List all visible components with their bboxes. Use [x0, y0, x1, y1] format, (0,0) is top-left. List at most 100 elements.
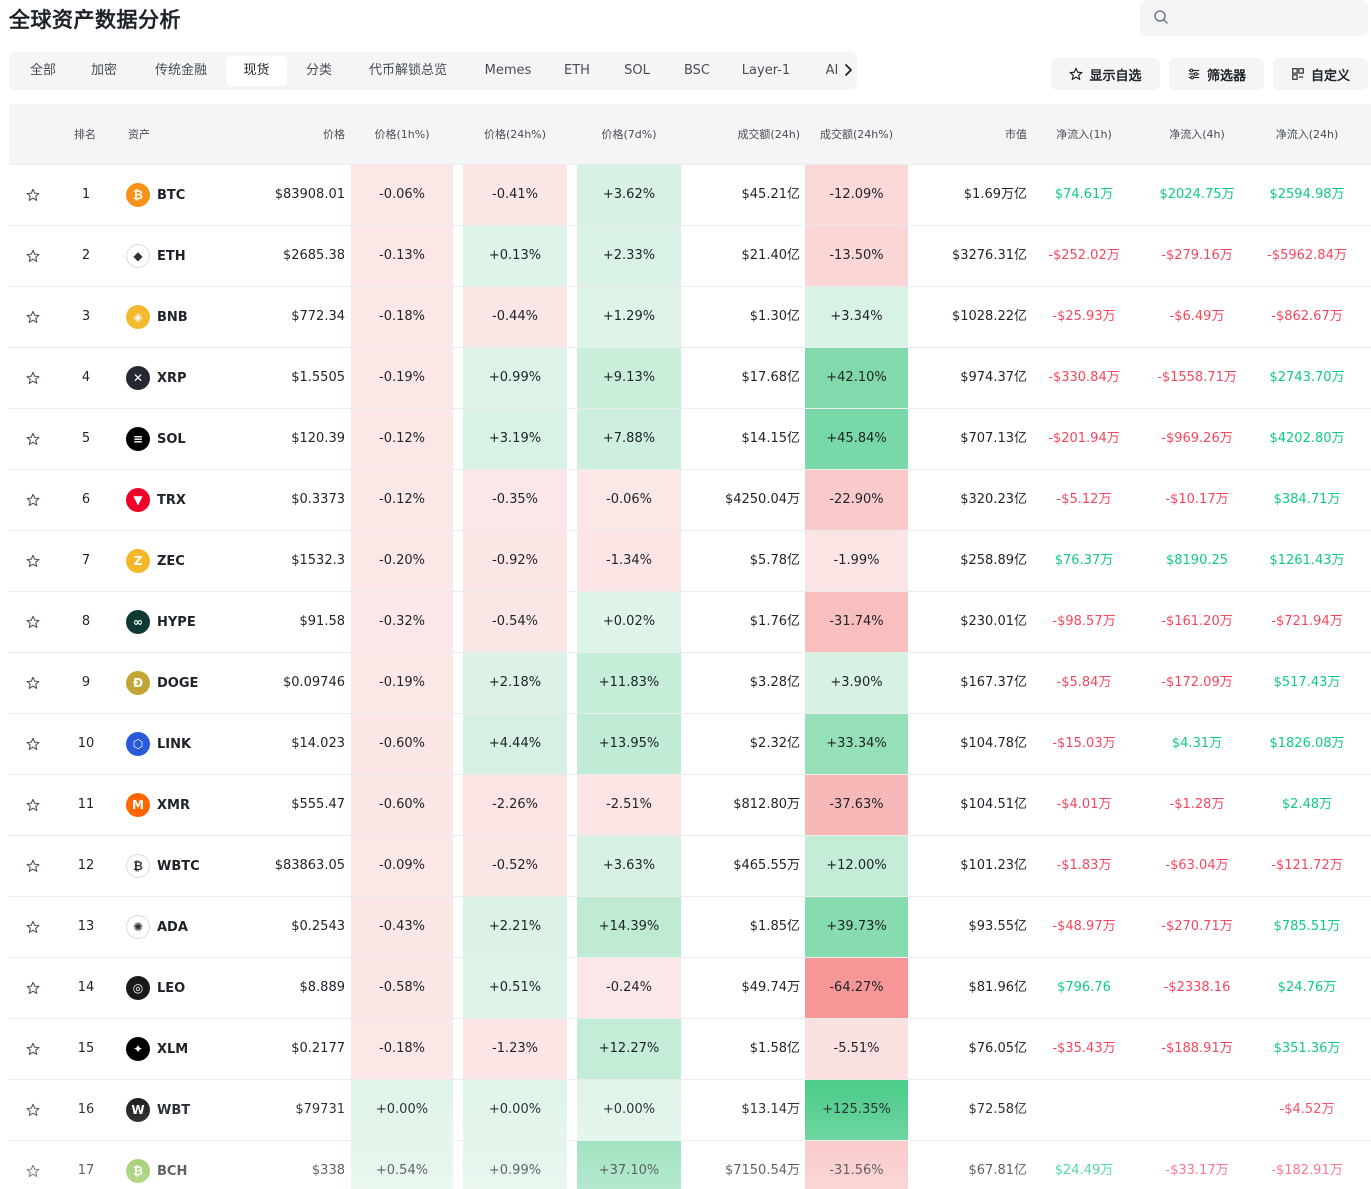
- favorite-star-icon[interactable]: [26, 188, 40, 202]
- asset-cell[interactable]: ₿ BCH: [126, 1159, 187, 1183]
- asset-cell[interactable]: Ð DOGE: [126, 671, 198, 695]
- asset-cell[interactable]: M XMR: [126, 793, 190, 817]
- table-row[interactable]: 3 ◈ BNB $772.34 -0.18% -0.44% +1.29% +3.34% $1.3…: [9, 287, 1371, 348]
- tab-all[interactable]: 全部: [17, 56, 69, 86]
- show-watchlist-button[interactable]: 显示自选: [1051, 58, 1160, 90]
- price-cell: $120.39: [291, 431, 345, 446]
- favorite-star-icon[interactable]: [26, 554, 40, 568]
- column-header-price-24h[interactable]: 价格(24h%): [463, 104, 567, 165]
- table-row[interactable]: 14 ◎ LEO $8.889 -0.58% +0.51% -0.24% -64.27% $49…: [9, 958, 1371, 1019]
- asset-cell[interactable]: ✕ XRP: [126, 366, 187, 390]
- unus-sed-leo-icon: ◎: [126, 976, 150, 1000]
- asset-cell[interactable]: ✺ ADA: [126, 915, 188, 939]
- table-row[interactable]: 13 ✺ ADA $0.2543 -0.43% +2.21% +14.39% +39.73% $…: [9, 897, 1371, 958]
- rank-cell: 12: [77, 858, 95, 873]
- table-row[interactable]: 2 ◆ ETH $2685.38 -0.13% +0.13% +2.33% -13.50% $2…: [9, 226, 1371, 287]
- volume-change-cell: +125.35%: [805, 1080, 908, 1140]
- favorite-star-icon[interactable]: [26, 920, 40, 934]
- tab-traditional-finance[interactable]: 传统金融: [139, 56, 223, 86]
- search-input[interactable]: [1140, 0, 1368, 36]
- table-row[interactable]: 7 Z ZEC $1532.3 -0.20% -0.92% -1.34% -1.99% $5.7…: [9, 531, 1371, 592]
- asset-cell[interactable]: ₿ WBTC: [126, 854, 200, 878]
- volume-cell: $812.80万: [733, 797, 800, 812]
- tab-spot[interactable]: 现货: [226, 56, 287, 86]
- tab-crypto[interactable]: 加密: [79, 56, 129, 86]
- table-row[interactable]: 6 ▼ TRX $0.3373 -0.12% -0.35% -0.06% -22.90% $42…: [9, 470, 1371, 531]
- column-header-net-flow-1h[interactable]: 净流入(1h): [1034, 104, 1134, 165]
- favorite-star-icon[interactable]: [26, 1103, 40, 1117]
- tab-token-unlocks[interactable]: 代币解锁总览: [357, 56, 459, 86]
- asset-cell[interactable]: Z ZEC: [126, 549, 185, 573]
- volume-change-cell: -31.74%: [805, 592, 908, 652]
- tab-sol[interactable]: SOL: [615, 56, 659, 86]
- table-row[interactable]: 15 ✦ XLM $0.2177 -0.18% -1.23% +12.27% -5.51% $1…: [9, 1019, 1371, 1080]
- table-row[interactable]: 10 ⬡ LINK $14.023 -0.60% +4.44% +13.95% +33.34%…: [9, 714, 1371, 775]
- favorite-star-icon[interactable]: [26, 798, 40, 812]
- tab-memes[interactable]: Memes: [473, 56, 543, 86]
- price-7d-cell: +1.29%: [577, 287, 681, 347]
- favorite-star-icon[interactable]: [26, 981, 40, 995]
- net-flow-4h-cell: -$2338.16: [1163, 980, 1231, 995]
- monero-icon: M: [126, 793, 150, 817]
- net-flow-4h-cell: $8190.25: [1165, 553, 1229, 568]
- favorite-star-icon[interactable]: [26, 432, 40, 446]
- price-24h-cell: -2.26%: [463, 775, 567, 835]
- favorite-star-icon[interactable]: [26, 859, 40, 873]
- customize-button[interactable]: 自定义: [1273, 58, 1368, 90]
- column-header-price-1h[interactable]: 价格(1h%): [351, 104, 453, 165]
- table-row[interactable]: 1 ₿ BTC $83908.01 -0.06% -0.41% +3.62% -12.09% $…: [9, 165, 1371, 226]
- chevron-right-icon[interactable]: [840, 62, 856, 78]
- rank-cell: 3: [81, 309, 91, 324]
- table-row[interactable]: 5 ≡ SOL $120.39 -0.12% +3.19% +7.88% +45.84% $14…: [9, 409, 1371, 470]
- net-flow-4h-cell: -$270.71万: [1161, 919, 1233, 934]
- column-header-net-flow-4h[interactable]: 净流入(4h): [1147, 104, 1247, 165]
- favorite-star-icon[interactable]: [26, 1164, 40, 1178]
- favorite-star-icon[interactable]: [26, 249, 40, 263]
- table-row[interactable]: 9 Ð DOGE $0.09746 -0.19% +2.18% +11.83% +3.90% $…: [9, 653, 1371, 714]
- table-row[interactable]: 12 ₿ WBTC $83863.05 -0.09% -0.52% +3.63% +12.00…: [9, 836, 1371, 897]
- favorite-star-icon[interactable]: [26, 1042, 40, 1056]
- net-flow-4h-cell: -$1.28万: [1169, 797, 1225, 812]
- table-row[interactable]: 11 M XMR $555.47 -0.60% -2.26% -2.51% -37.63% $8…: [9, 775, 1371, 836]
- table-row[interactable]: 17 ₿ BCH $338 +0.54% +0.99% +37.10% -31.56% $715…: [9, 1141, 1371, 1189]
- net-flow-24h-cell: $1261.43万: [1269, 553, 1345, 568]
- table-row[interactable]: 8 ∞ HYPE $91.58 -0.32% -0.54% +0.02% -31.74% $1.…: [9, 592, 1371, 653]
- price-7d-cell: +14.39%: [577, 897, 681, 957]
- asset-cell[interactable]: ∞ HYPE: [126, 610, 196, 634]
- favorite-star-icon[interactable]: [26, 676, 40, 690]
- asset-cell[interactable]: ▼ TRX: [126, 488, 186, 512]
- asset-cell[interactable]: ⬡ LINK: [126, 732, 191, 756]
- favorite-star-icon[interactable]: [26, 493, 40, 507]
- asset-cell[interactable]: W WBT: [126, 1098, 190, 1122]
- asset-cell[interactable]: ≡ SOL: [126, 427, 186, 451]
- column-header-net-flow-24h[interactable]: 净流入(24h): [1257, 104, 1357, 165]
- table-row[interactable]: 16 W WBT $79731 +0.00% +0.00% +0.00% +125.35% $1…: [9, 1080, 1371, 1141]
- tab-bsc[interactable]: BSC: [675, 56, 719, 86]
- favorite-star-icon[interactable]: [26, 615, 40, 629]
- tab-eth[interactable]: ETH: [555, 56, 599, 86]
- favorite-star-icon[interactable]: [26, 310, 40, 324]
- tab-categories[interactable]: 分类: [293, 56, 345, 86]
- favorite-star-icon[interactable]: [26, 737, 40, 751]
- column-header-price[interactable]: 价格: [245, 104, 345, 165]
- net-flow-24h-cell: $785.51万: [1273, 919, 1341, 934]
- column-header-volume-change[interactable]: 成交额(24h%): [805, 104, 908, 165]
- category-tabs: 全部 加密 传统金融 现货 分类 代币解锁总览 Memes ETH SOL BS…: [9, 52, 857, 90]
- asset-cell[interactable]: ₿ BTC: [126, 183, 185, 207]
- column-header-price-7d[interactable]: 价格(7d%): [577, 104, 681, 165]
- column-header-market-cap[interactable]: 市值: [927, 104, 1027, 165]
- price-1h-cell: -0.12%: [351, 409, 453, 469]
- table-row[interactable]: 4 ✕ XRP $1.5505 -0.19% +0.99% +9.13% +42.10% $17…: [9, 348, 1371, 409]
- column-header-volume[interactable]: 成交额(24h): [689, 104, 800, 165]
- asset-cell[interactable]: ◆ ETH: [126, 244, 186, 268]
- volume-cell: $49.74万: [741, 980, 801, 995]
- column-header-rank[interactable]: 排名: [74, 104, 96, 165]
- market-cap-cell: $76.05亿: [968, 1041, 1028, 1056]
- tab-layer-1[interactable]: Layer-1: [733, 56, 799, 86]
- asset-cell[interactable]: ✦ XLM: [126, 1037, 188, 1061]
- asset-cell[interactable]: ◈ BNB: [126, 305, 188, 329]
- filter-button[interactable]: 筛选器: [1169, 58, 1264, 90]
- asset-table: 排名 资产 价格 价格(1h%) 价格(24h%) 价格(7d%) 成交额(24…: [9, 104, 1371, 1189]
- asset-cell[interactable]: ◎ LEO: [126, 976, 185, 1000]
- favorite-star-icon[interactable]: [26, 371, 40, 385]
